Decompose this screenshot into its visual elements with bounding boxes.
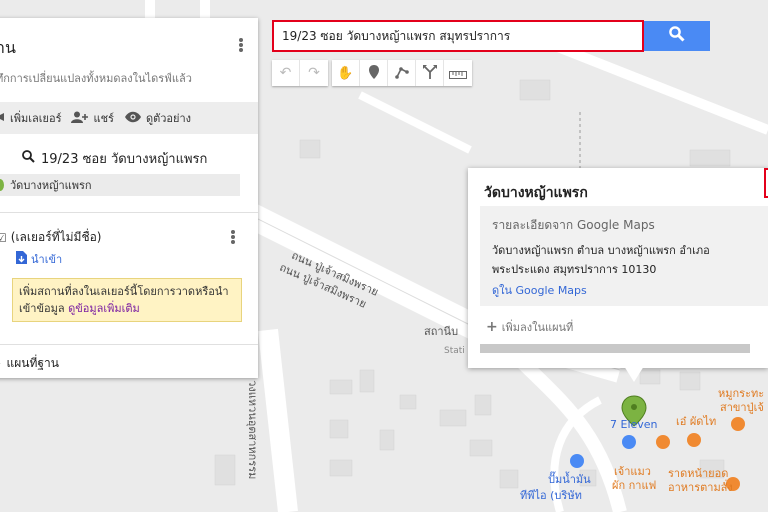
divider (0, 212, 258, 213)
preview-button[interactable]: ดูตัวอย่าง (124, 109, 191, 127)
import-icon (16, 251, 27, 267)
map-label-poi: ผัก กาแฟ (612, 479, 657, 492)
search-result-query: 19/23 ซอย วัดบางหญ้าแพรก (41, 152, 208, 167)
redo-icon: ↷ (308, 65, 320, 81)
map-label-station: Stati (444, 346, 465, 356)
base-map-row[interactable]: ▸ แผนที่ฐาน (0, 354, 59, 373)
search-input[interactable]: 19/23 ซอย วัดบางหญ้าแพรก สมุทรปราการ (272, 20, 644, 52)
marker-icon (368, 64, 379, 83)
panel-toolbar: เพิ่มเลเยอร์ แชร์ ดูตัวอย่าง (0, 102, 258, 134)
hand-icon: ✋ (337, 65, 354, 81)
base-map-label: แผนที่ฐาน (6, 356, 59, 370)
result-place-label: วัดบางหญ้าแพรก (10, 179, 92, 192)
place-title: วัดบางหญ้าแพรก (484, 185, 588, 201)
address-line: พระประแดง สมุทรปราการ 10130 (492, 263, 657, 276)
search-icon (22, 150, 35, 167)
green-marker-icon (0, 179, 4, 191)
add-layer-icon (0, 111, 6, 126)
add-to-map-button[interactable]: + เพิ่มลงในแผนที่ (486, 318, 573, 336)
directions-tool[interactable] (416, 60, 444, 86)
save-status: ทึกการเปลี่ยนแปลงทั้งหมดลงในไดรฟ์แล้ว (0, 72, 192, 85)
map-label-poi: สาขาปู่เจ้ (720, 401, 764, 414)
search-input-value: 19/23 ซอย วัดบางหญ้าแพรก สมุทรปราการ (282, 28, 511, 43)
details-header: รายละเอียดจาก Google Maps (492, 218, 655, 232)
place-details: รายละเอียดจาก Google Maps วัดบางหญ้าแพรก… (480, 206, 768, 306)
eye-icon (124, 111, 142, 126)
map-title[interactable]: าน (0, 36, 16, 61)
line-icon (394, 64, 409, 83)
select-tool[interactable]: ✋ (332, 60, 360, 86)
map-label-poi: 7 Eleven (610, 418, 658, 431)
ruler-icon (449, 64, 467, 83)
search-result-row[interactable]: ‹ 19/23 ซอย วัดบางหญ้าแพรก (0, 148, 258, 169)
import-label: นำเข้า (31, 253, 63, 266)
map-label-station: สถานีบ (424, 325, 459, 338)
undo-icon: ↶ (279, 65, 292, 81)
import-tip: เพิ่มสถานที่ลงในเลเยอร์นี้โดยการวาดหรือน… (12, 278, 242, 322)
share-icon (71, 111, 89, 126)
layer-options-menu-icon[interactable] (226, 228, 240, 246)
checkbox-icon[interactable]: ☑ (0, 231, 7, 245)
add-layer-label: เพิ่มเลเยอร์ (10, 112, 62, 125)
measure-tool[interactable] (444, 60, 472, 86)
map-label-poi: ทีพีไอ (บริษัท (520, 489, 582, 502)
chevron-icon: ‹ (0, 152, 10, 166)
expand-arrow-icon: ▸ (0, 359, 1, 369)
untitled-layer-row[interactable]: ☑ (เลเยอร์ที่ไม่มีชื่อ) (0, 228, 102, 247)
view-in-google-maps-link[interactable]: ดูใน Google Maps (492, 281, 756, 299)
share-button[interactable]: แชร์ (71, 109, 114, 127)
untitled-layer-label: (เลเยอร์ที่ไม่มีชื่อ) (10, 230, 102, 244)
redo-button[interactable]: ↷ (300, 60, 328, 86)
search-button[interactable] (644, 21, 710, 51)
share-label: แชร์ (93, 112, 114, 125)
place-info-card: วัดบางหญ้าแพรก รายละเอียดจาก Google Maps… (468, 168, 768, 368)
card-scrollbar[interactable] (480, 344, 750, 353)
add-marker-tool[interactable] (360, 60, 388, 86)
highlight-box (764, 168, 768, 198)
map-layers-panel: าน ทึกการเปลี่ยนแปลงทั้งหมดลงในไดรฟ์แล้ว… (0, 18, 258, 378)
address-line: วัดบางหญ้าแพรก ตำบล บางหญ้าแพรก อำเภอ (492, 244, 710, 257)
add-to-map-label: เพิ่มลงในแผนที่ (501, 321, 574, 334)
draw-line-tool[interactable] (388, 60, 416, 86)
directions-icon (422, 64, 437, 83)
undo-button[interactable]: ↶ (272, 60, 300, 86)
map-label-poi: เอ๋ ผัดไท (676, 415, 717, 428)
map-options-menu-icon[interactable] (234, 36, 248, 54)
divider (0, 344, 258, 345)
import-link[interactable]: นำเข้า (16, 250, 62, 268)
add-layer-button[interactable]: เพิ่มเลเยอร์ (0, 109, 61, 127)
result-place-item[interactable]: วัดบางหญ้าแพรก (0, 174, 240, 196)
learn-more-link[interactable]: ดูข้อมูลเพิ่มเติม (68, 302, 140, 315)
history-tools: ↶ ↷ (272, 60, 328, 86)
card-pointer (624, 366, 644, 382)
drawing-tools: ✋ (332, 60, 472, 86)
search-icon (669, 26, 685, 46)
plus-icon: + (486, 319, 498, 335)
preview-label: ดูตัวอย่าง (145, 112, 192, 125)
map-label-poi: อาหารตามสั่ง (668, 481, 733, 494)
